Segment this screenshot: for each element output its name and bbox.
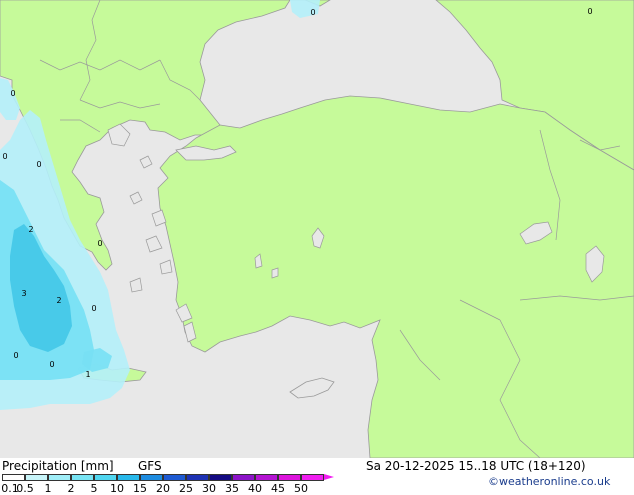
station-value: 0	[91, 304, 96, 313]
legend-tick-label: 15	[133, 482, 147, 495]
legend-tick-label: 30	[202, 482, 216, 495]
legend-swatch	[255, 474, 278, 481]
station-value: 2	[28, 225, 33, 234]
legend-swatch	[163, 474, 186, 481]
legend-swatch	[232, 474, 255, 481]
station-value: 3	[21, 289, 26, 298]
station-value: 0	[10, 89, 15, 98]
credit-text: ©weatheronline.co.uk	[488, 475, 611, 488]
legend-swatch	[25, 474, 48, 481]
legend-tick-label: 35	[225, 482, 239, 495]
legend-bar: Precipitation [mm] GFS Sa 20-12-2025 15.…	[0, 458, 634, 495]
legend-swatch	[71, 474, 94, 481]
station-value: 0	[49, 360, 54, 369]
forecast-datetime: Sa 20-12-2025 15..18 UTC (18+120)	[366, 459, 586, 473]
legend-tick-label: 50	[294, 482, 308, 495]
legend-swatch	[140, 474, 163, 481]
station-value: 0	[97, 239, 102, 248]
legend-swatch	[278, 474, 301, 481]
legend-tick-label: 2	[67, 482, 75, 495]
legend-tick-label: 25	[179, 482, 193, 495]
legend-swatch	[186, 474, 209, 481]
legend-swatch	[117, 474, 140, 481]
station-value: 0	[310, 8, 315, 17]
legend-tick-label: 45	[271, 482, 285, 495]
precipitation-map: 0 0 0 0 2 0 3 2 0 0 0 1 0	[0, 0, 634, 458]
station-value: 1	[85, 370, 90, 379]
model-name: GFS	[138, 459, 162, 473]
legend-swatch	[301, 474, 324, 481]
legend-tick-label: 5	[90, 482, 98, 495]
station-value: 0	[2, 152, 7, 161]
legend-arrow	[324, 474, 334, 480]
station-value: 0	[587, 7, 592, 16]
legend-swatch	[48, 474, 71, 481]
station-value: 0	[13, 351, 18, 360]
legend-tick-label: 10	[110, 482, 124, 495]
legend-swatch	[2, 474, 25, 481]
legend-title: Precipitation [mm]	[2, 459, 114, 473]
legend-tick-label: 1	[44, 482, 52, 495]
station-value: 0	[36, 160, 41, 169]
legend-swatch	[94, 474, 117, 481]
legend-tick-label: 40	[248, 482, 262, 495]
legend-tick-label: 20	[156, 482, 170, 495]
legend-swatch	[209, 474, 232, 481]
legend-tick-label: 0.5	[16, 482, 34, 495]
station-value: 2	[56, 296, 61, 305]
